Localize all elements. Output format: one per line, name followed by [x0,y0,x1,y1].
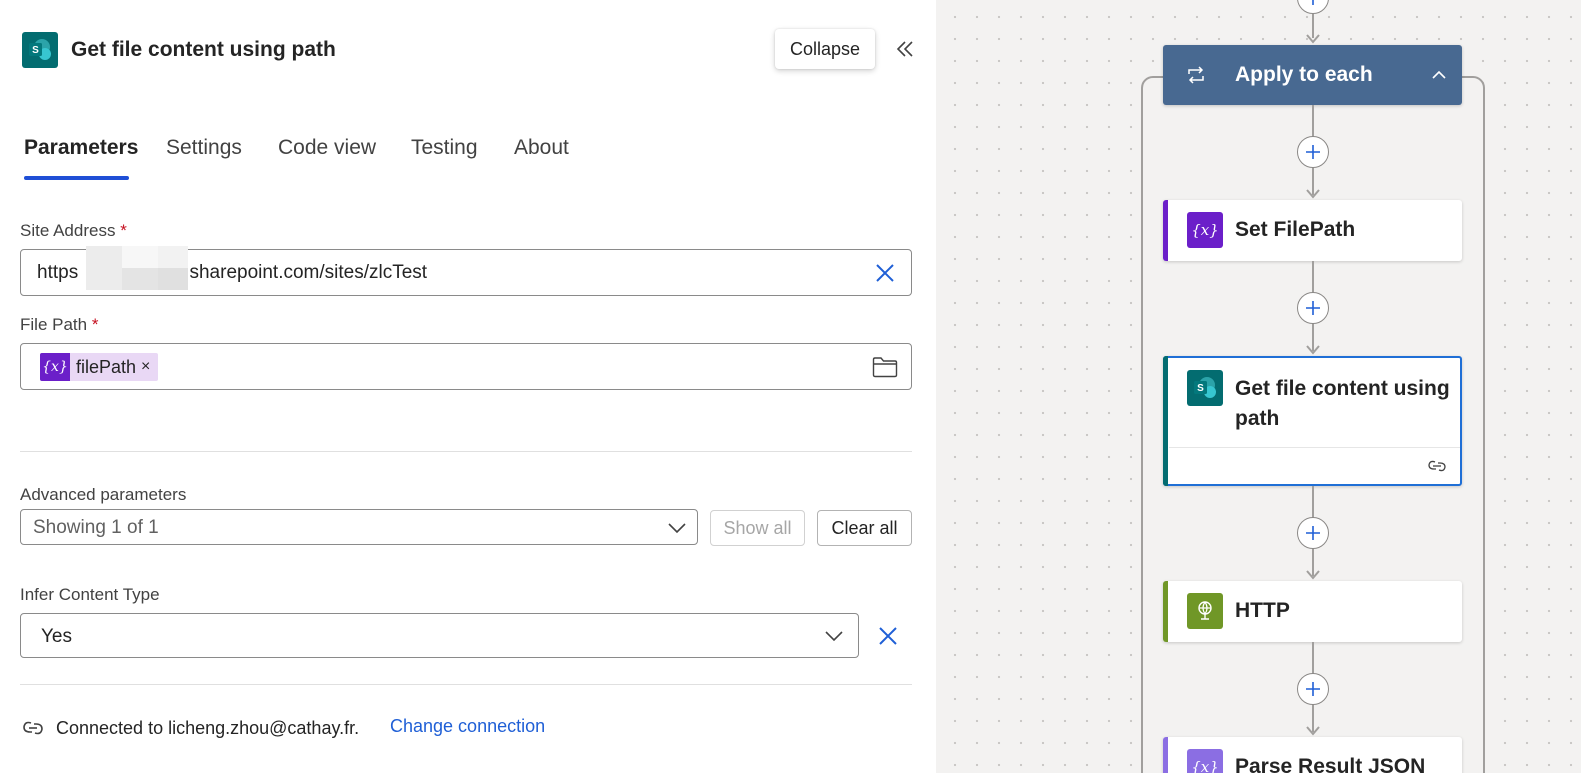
tab-code-view[interactable]: Code view [278,136,376,160]
redaction-block [122,268,158,290]
double-chevron-left-icon [896,41,913,57]
site-address-label: Site Address * [20,221,127,240]
redaction-block [158,268,188,290]
active-tab-indicator [24,176,129,180]
plus-icon [1312,0,1314,5]
infer-content-type-dropdown[interactable]: Yes [20,613,859,658]
divider [20,451,912,452]
close-icon [876,264,894,282]
plus-icon [1306,526,1320,540]
folder-icon [872,357,898,378]
tab-testing[interactable]: Testing [411,136,478,160]
action-card-set-filepath[interactable]: {x} Set FilePath [1163,200,1462,261]
connection-info: Connected to licheng.zhou@cathay.fr. [22,716,359,740]
card-accent-bar [1163,581,1168,642]
card-accent-bar [1163,356,1168,486]
insert-step-button[interactable] [1297,517,1329,549]
loop-icon [1188,66,1204,84]
action-title: Set FilePath [1235,218,1356,241]
arrow-down-icon [1306,34,1320,44]
insert-step-button[interactable] [1297,0,1329,14]
variable-icon: {x} [40,353,70,381]
tab-parameters[interactable]: Parameters [24,136,138,160]
divider [20,684,912,685]
panel-title: Get file content using path [71,38,336,61]
card-accent-bar [1163,737,1168,773]
sharepoint-icon: S [22,32,58,68]
browse-folder-button[interactable] [871,353,899,381]
svg-text:S: S [32,45,39,56]
chevron-down-icon [668,523,686,534]
file-path-label: File Path * [20,315,99,334]
action-card-get-file-content[interactable]: S Get file content using path [1163,356,1462,486]
show-all-button[interactable]: Show all [710,510,805,546]
sharepoint-icon: S [1187,370,1223,406]
apply-to-each-card[interactable]: Apply to each [1163,45,1462,105]
link-icon [23,721,43,735]
chevron-down-icon [825,631,843,642]
arrow-down-icon [1306,189,1320,199]
arrow-down-icon [1306,570,1320,580]
infer-content-type-label: Infer Content Type [20,585,160,604]
variable-icon: {x} [1187,212,1223,248]
arrow-down-icon [1306,726,1320,736]
insert-step-button[interactable] [1297,292,1329,324]
redaction-block [158,246,188,268]
sharepoint-logo: S [1194,377,1216,398]
flow-canvas[interactable]: Apply to each {x} Set FilePath S Get fil [936,0,1581,773]
filepath-token[interactable]: {x} filePath × [40,353,159,381]
card-accent-bar [1163,200,1168,261]
tab-about[interactable]: About [514,136,569,160]
card-divider [1169,447,1460,448]
file-path-field[interactable]: {x} filePath × [20,343,912,390]
chevron-up-icon[interactable] [1431,67,1447,83]
svg-text:S: S [1197,383,1204,394]
plus-icon [1306,682,1320,696]
clear-site-address-button[interactable] [871,259,899,287]
change-connection-link[interactable]: Change connection [390,716,545,737]
action-card-http[interactable]: HTTP [1163,581,1462,642]
arrow-down-icon [1306,345,1320,355]
clear-infer-content-type-button[interactable] [874,622,902,650]
redaction-block [86,246,122,290]
close-icon [879,627,897,645]
apply-to-each-title: Apply to each [1235,63,1373,86]
advanced-parameters-dropdown[interactable]: Showing 1 of 1 [20,509,698,545]
redaction-block [122,246,158,268]
action-card-parse-result-json[interactable]: {x} Parse Result JSON [1163,737,1462,773]
action-title: Get file content using path [1235,377,1450,430]
required-mark: * [120,221,127,240]
insert-step-button[interactable] [1297,136,1329,168]
advanced-parameters-label: Advanced parameters [20,485,187,504]
insert-step-button[interactable] [1297,673,1329,705]
connection-text: Connected to licheng.zhou@cathay.fr. [56,717,360,738]
action-title: Parse Result JSON [1235,755,1426,773]
link-icon [1428,460,1446,472]
action-title: HTTP [1235,599,1290,622]
data-operation-icon: {x} [1187,749,1223,773]
globe-icon [1198,601,1212,620]
http-globe-icon [1187,593,1223,629]
plus-icon [1306,145,1320,159]
clear-all-button[interactable]: Clear all [817,510,912,546]
collapse-tooltip: Collapse [775,29,875,69]
plus-icon [1306,301,1320,315]
remove-token-button[interactable]: × [141,358,150,376]
action-details-panel: S Get file content using path Collapse P… [0,0,936,773]
tab-settings[interactable]: Settings [166,136,242,160]
collapse-panel-button[interactable] [892,36,918,62]
required-mark: * [91,315,99,334]
